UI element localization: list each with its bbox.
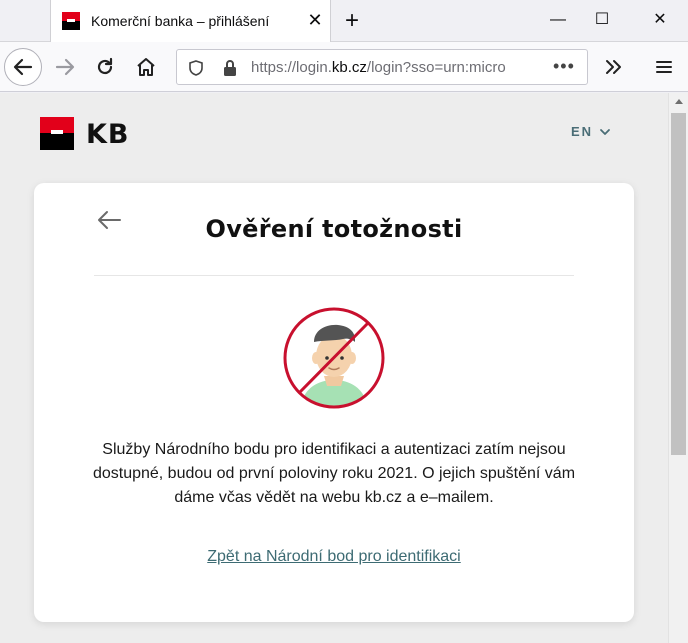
url-text[interactable]: https://login.kb.cz/login?sso=urn:micro (251, 59, 551, 76)
hamburger-menu-icon (656, 61, 672, 73)
minimize-button[interactable]: — (546, 8, 570, 32)
page-title: Ověření totožnosti (205, 215, 463, 243)
close-tab-icon[interactable]: ✕ (305, 10, 325, 30)
home-icon (137, 58, 155, 76)
scroll-up-arrow-icon[interactable] (675, 99, 683, 104)
home-button[interactable] (127, 48, 165, 86)
back-arrow-icon (13, 58, 33, 76)
chevron-down-icon (600, 128, 610, 135)
url-bar[interactable]: https://login.kb.cz/login?sso=urn:micro … (176, 49, 588, 85)
kb-brand-text: KB (86, 119, 130, 150)
identity-card: Ověření totožnosti Služby Národního bodu… (34, 183, 634, 622)
navigation-toolbar: https://login.kb.cz/login?sso=urn:micro … (0, 42, 688, 92)
kb-logo[interactable]: KB (40, 117, 140, 151)
double-chevron-icon (606, 60, 621, 74)
person-forbidden-icon (283, 307, 385, 409)
forward-arrow-icon (55, 58, 75, 76)
back-to-identity-point-link[interactable]: Zpět na Národní bod pro identifikaci (34, 548, 634, 566)
kb-mark-icon (40, 117, 74, 150)
divider (94, 275, 574, 276)
vertical-scrollbar[interactable] (668, 93, 688, 643)
page-content: KB EN Ověření totožnosti Služby Národníh… (0, 93, 668, 643)
unavailable-message: Služby Národního bodu pro identifikaci a… (92, 441, 576, 506)
maximize-button[interactable]: ☐ (590, 8, 614, 32)
page-actions-button[interactable]: ••• (553, 56, 575, 77)
overflow-chevron-button[interactable] (594, 48, 632, 86)
language-selector[interactable]: EN (571, 124, 611, 139)
scroll-thumb[interactable] (671, 113, 686, 455)
forward-button[interactable] (46, 48, 84, 86)
language-label: EN (571, 124, 594, 139)
shield-icon[interactable] (187, 59, 205, 77)
reload-icon (97, 57, 113, 75)
menu-button[interactable] (645, 48, 683, 86)
tab-title: Komerční banka – přihlášení (91, 13, 270, 29)
back-button[interactable] (4, 48, 42, 86)
tab-strip: Komerční banka – přihlášení ✕ + — ☐ ✕ (0, 0, 688, 42)
reload-button[interactable] (86, 48, 124, 86)
lock-icon[interactable] (221, 58, 239, 78)
active-tab[interactable]: Komerční banka – přihlášení ✕ (50, 0, 331, 42)
close-window-button[interactable]: ✕ (648, 8, 672, 32)
kb-favicon-icon (62, 12, 80, 30)
new-tab-button[interactable]: + (339, 8, 365, 34)
